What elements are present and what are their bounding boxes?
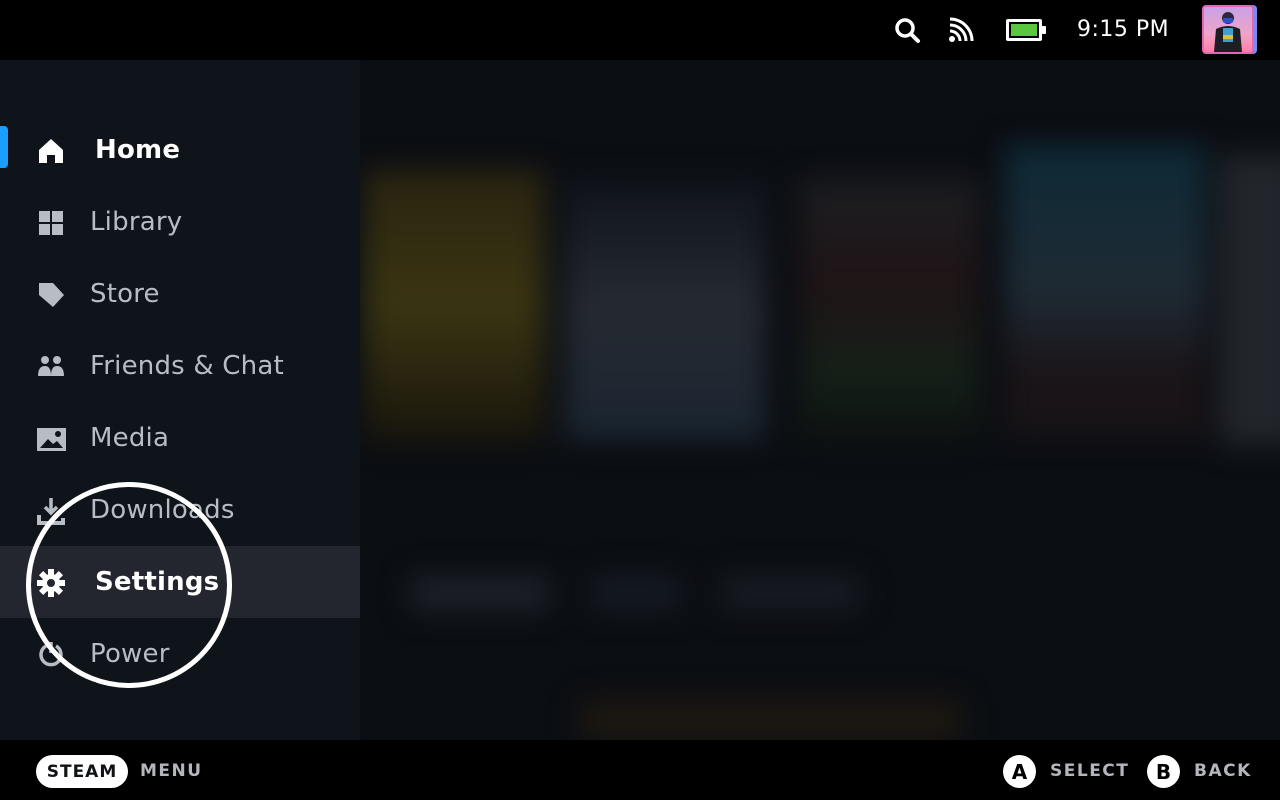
- gear-icon: [37, 569, 65, 597]
- clock: 9:15 PM: [1077, 17, 1170, 42]
- sidebar-item-label: Library: [90, 207, 183, 237]
- shelf-tab: [410, 575, 550, 611]
- user-avatar[interactable]: [1202, 5, 1254, 54]
- cast-icon[interactable]: [947, 16, 975, 44]
- back-hint-label: BACK: [1194, 761, 1252, 781]
- grid-icon: [39, 211, 63, 235]
- a-button-icon[interactable]: A: [1003, 755, 1036, 788]
- search-icon[interactable]: [893, 16, 921, 44]
- tag-icon: [39, 283, 64, 307]
- sidebar-item-settings[interactable]: Settings: [0, 546, 360, 618]
- battery-level: [1011, 24, 1037, 36]
- sidebar-item-label: Power: [90, 639, 170, 669]
- sidebar-item-label: Media: [90, 423, 170, 453]
- sidebar-item-friends-chat[interactable]: Friends & Chat: [0, 330, 360, 402]
- home-icon: [39, 139, 63, 163]
- power-icon: [39, 642, 63, 667]
- sidebar-item-label: Store: [90, 279, 160, 309]
- sidebar-item-label: Settings: [95, 567, 220, 597]
- sidebar-item-media[interactable]: Media: [0, 402, 360, 474]
- b-button-icon[interactable]: B: [1147, 755, 1180, 788]
- image-icon: [37, 428, 66, 451]
- download-icon: [37, 498, 65, 525]
- sidebar-item-store[interactable]: Store: [0, 258, 360, 330]
- sidebar-item-home[interactable]: Home: [0, 114, 360, 186]
- shelf-tab: [720, 575, 860, 611]
- game-tile: [1005, 145, 1205, 435]
- main-menu-sidebar: Home Library Store Friends & Chat Media …: [0, 60, 360, 740]
- steam-button[interactable]: STEAM: [36, 755, 128, 788]
- sidebar-item-label: Home: [95, 135, 181, 165]
- select-hint-label: SELECT: [1050, 761, 1130, 781]
- sidebar-item-label: Downloads: [90, 495, 235, 525]
- battery-icon: [1006, 19, 1046, 41]
- button-hint-bar: STEAM MENU A SELECT B BACK: [0, 740, 1280, 800]
- friends-icon: [38, 356, 64, 376]
- game-tile: [565, 180, 765, 440]
- status-bar: 9:15 PM: [0, 0, 1280, 60]
- game-tile: [800, 180, 980, 440]
- shelf-tab: [590, 575, 680, 611]
- game-tile: [364, 170, 544, 440]
- menu-hint-label: MENU: [140, 761, 203, 781]
- game-tile: [1220, 155, 1280, 445]
- home-content-blurred: [360, 60, 1280, 740]
- avatar-figure-icon: [1214, 12, 1242, 52]
- sidebar-item-downloads[interactable]: Downloads: [0, 474, 360, 546]
- sidebar-item-library[interactable]: Library: [0, 186, 360, 258]
- sidebar-item-power[interactable]: Power: [0, 618, 360, 690]
- sidebar-item-label: Friends & Chat: [90, 351, 284, 381]
